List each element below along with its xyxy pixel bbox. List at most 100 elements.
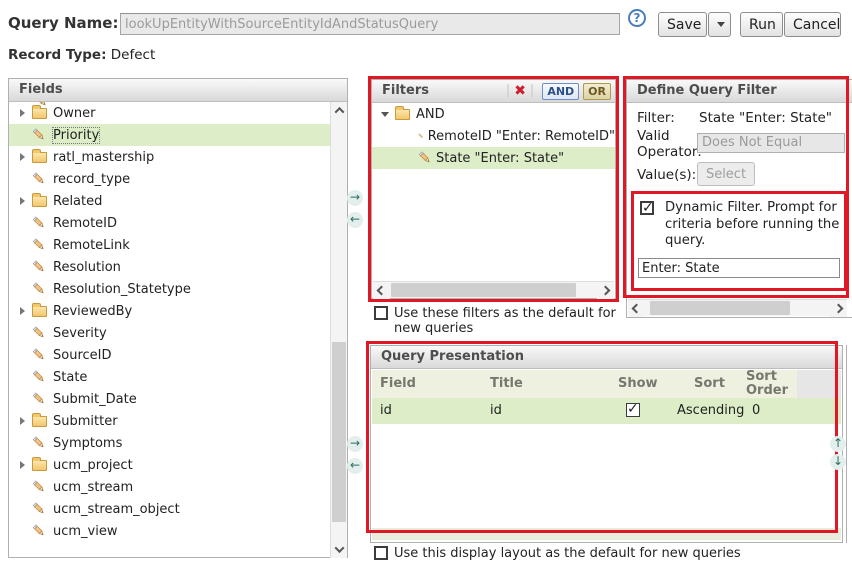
field-tree-item[interactable]: ucm_project <box>9 454 330 476</box>
expand-icon[interactable] <box>20 109 25 117</box>
column-show[interactable]: Show <box>618 376 658 391</box>
pencil-icon <box>32 172 46 186</box>
field-label: Owner <box>53 106 95 121</box>
values-label: Value(s): <box>637 167 696 183</box>
select-values-button[interactable]: Select <box>697 162 755 186</box>
scroll-left-button[interactable] <box>628 300 645 317</box>
query-name-input[interactable] <box>120 13 620 35</box>
pencil-icon <box>32 216 46 230</box>
field-tree-item[interactable]: Severity <box>9 322 330 344</box>
filters-tree: RemoteID "Enter: RemoteID" State "Enter:… <box>372 125 615 169</box>
query-name-label: Query Name: <box>8 14 118 32</box>
scrollbar-thumb[interactable] <box>332 342 346 522</box>
column-field[interactable]: Field <box>380 376 416 391</box>
help-icon[interactable]: ? <box>628 9 646 27</box>
folder-icon <box>32 306 47 317</box>
field-tree-item[interactable]: SourceID <box>9 344 330 366</box>
add-filter-button[interactable]: → <box>347 190 363 206</box>
scroll-up-button[interactable] <box>331 102 347 119</box>
field-tree-item[interactable]: ucm_view <box>9 520 330 542</box>
scrollbar-thumb[interactable] <box>650 301 790 315</box>
operator-select[interactable]: Does Not Equal <box>697 133 845 153</box>
scroll-down-button[interactable] <box>331 541 347 558</box>
define-horizontal-scrollbar[interactable] <box>628 299 847 316</box>
field-label: ucm_view <box>53 524 118 539</box>
scroll-right-button[interactable] <box>597 282 614 299</box>
filter-tree-item[interactable]: State "Enter: State" <box>372 147 615 169</box>
field-label: State <box>53 370 87 385</box>
pencil-icon <box>32 326 46 340</box>
filters-horizontal-scrollbar[interactable] <box>373 281 614 298</box>
and-operator-button[interactable]: AND <box>542 83 579 100</box>
expand-icon[interactable] <box>20 153 25 161</box>
field-tree-item[interactable]: Priority <box>9 124 330 146</box>
field-tree-item[interactable]: Submitter <box>9 410 330 432</box>
pencil-icon <box>32 480 46 494</box>
field-tree-item[interactable]: State <box>9 366 330 388</box>
pencil-icon <box>32 348 46 362</box>
field-tree-item[interactable]: Resolution_Statetype <box>9 278 330 300</box>
collapse-icon[interactable] <box>381 112 389 117</box>
field-tree-item[interactable]: record_type <box>9 168 330 190</box>
move-row-up-button[interactable]: ↑ <box>830 436 846 452</box>
field-tree-item[interactable]: ReviewedBy <box>9 300 330 322</box>
field-tree-item[interactable]: Symptoms <box>9 432 330 454</box>
query-editor-window: Query Name: ? Save Run Cancel Record Typ… <box>0 0 852 574</box>
pencil-icon <box>32 370 46 384</box>
filter-root-node[interactable]: AND <box>372 103 615 125</box>
field-tree-item[interactable]: Related <box>9 190 330 212</box>
fields-tree: Owner Priority <box>9 102 330 542</box>
cell-sort-order: 0 <box>752 403 760 418</box>
expand-icon[interactable] <box>20 307 25 315</box>
folder-icon <box>32 416 47 427</box>
filters-default-label: Use these filters as the default for new… <box>394 306 620 336</box>
run-button[interactable]: Run <box>740 12 783 37</box>
dynamic-filter-checkbox[interactable] <box>640 201 654 215</box>
folder-icon <box>32 196 47 207</box>
field-tree-item[interactable]: RemoteID <box>9 212 330 234</box>
scroll-left-button[interactable] <box>373 282 390 299</box>
field-tree-item[interactable]: ratl_mastership <box>9 146 330 168</box>
expand-icon[interactable] <box>20 197 25 205</box>
field-label: Submit_Date <box>53 392 137 407</box>
remove-filter-button[interactable]: ← <box>347 212 363 228</box>
field-tree-item[interactable]: Owner <box>9 102 330 124</box>
field-tree-item[interactable]: ucm_stream_object <box>9 498 330 520</box>
expand-icon[interactable] <box>20 417 25 425</box>
field-tree-item[interactable]: Resolution <box>9 256 330 278</box>
remove-display-field-button[interactable]: ← <box>347 458 363 474</box>
field-label: Priority <box>53 128 99 143</box>
cancel-button[interactable]: Cancel <box>784 12 841 37</box>
show-checkbox[interactable] <box>626 403 640 417</box>
expand-icon[interactable] <box>20 461 25 469</box>
column-sort[interactable]: Sort <box>694 376 725 391</box>
add-display-field-button[interactable]: → <box>347 436 363 452</box>
scroll-right-button[interactable] <box>830 300 847 317</box>
folder-icon <box>32 152 47 163</box>
folder-icon <box>32 108 47 119</box>
save-dropdown-button[interactable] <box>708 12 731 37</box>
record-type-value: Defect <box>111 47 155 63</box>
field-label: Related <box>53 194 102 209</box>
prompt-text-input[interactable] <box>638 258 840 278</box>
presentation-table-row[interactable]: id id Ascending 0 <box>372 398 841 424</box>
column-title[interactable]: Title <box>490 376 523 391</box>
delete-filter-icon[interactable]: ✖ <box>514 84 526 98</box>
filter-tree-item[interactable]: RemoteID "Enter: RemoteID" <box>372 125 615 147</box>
filters-default-checkbox[interactable] <box>374 306 388 320</box>
pencil-icon <box>32 238 46 252</box>
record-type-label: Record Type: <box>8 47 106 63</box>
define-filter-title: Define Query Filter <box>627 80 852 103</box>
column-sort-order[interactable]: Sort Order <box>746 370 794 399</box>
save-button[interactable]: Save <box>658 12 707 37</box>
or-operator-button[interactable]: OR <box>583 83 611 100</box>
move-row-down-button[interactable]: ↓ <box>830 454 846 470</box>
field-tree-item[interactable]: RemoteLink <box>9 234 330 256</box>
scrollbar-thumb[interactable] <box>391 283 576 297</box>
pencil-icon <box>32 282 46 296</box>
fields-vertical-scrollbar[interactable] <box>330 102 347 558</box>
query-presentation-title: Query Presentation <box>371 346 842 369</box>
field-tree-item[interactable]: Submit_Date <box>9 388 330 410</box>
presentation-default-checkbox[interactable] <box>374 546 388 560</box>
field-tree-item[interactable]: ucm_stream <box>9 476 330 498</box>
